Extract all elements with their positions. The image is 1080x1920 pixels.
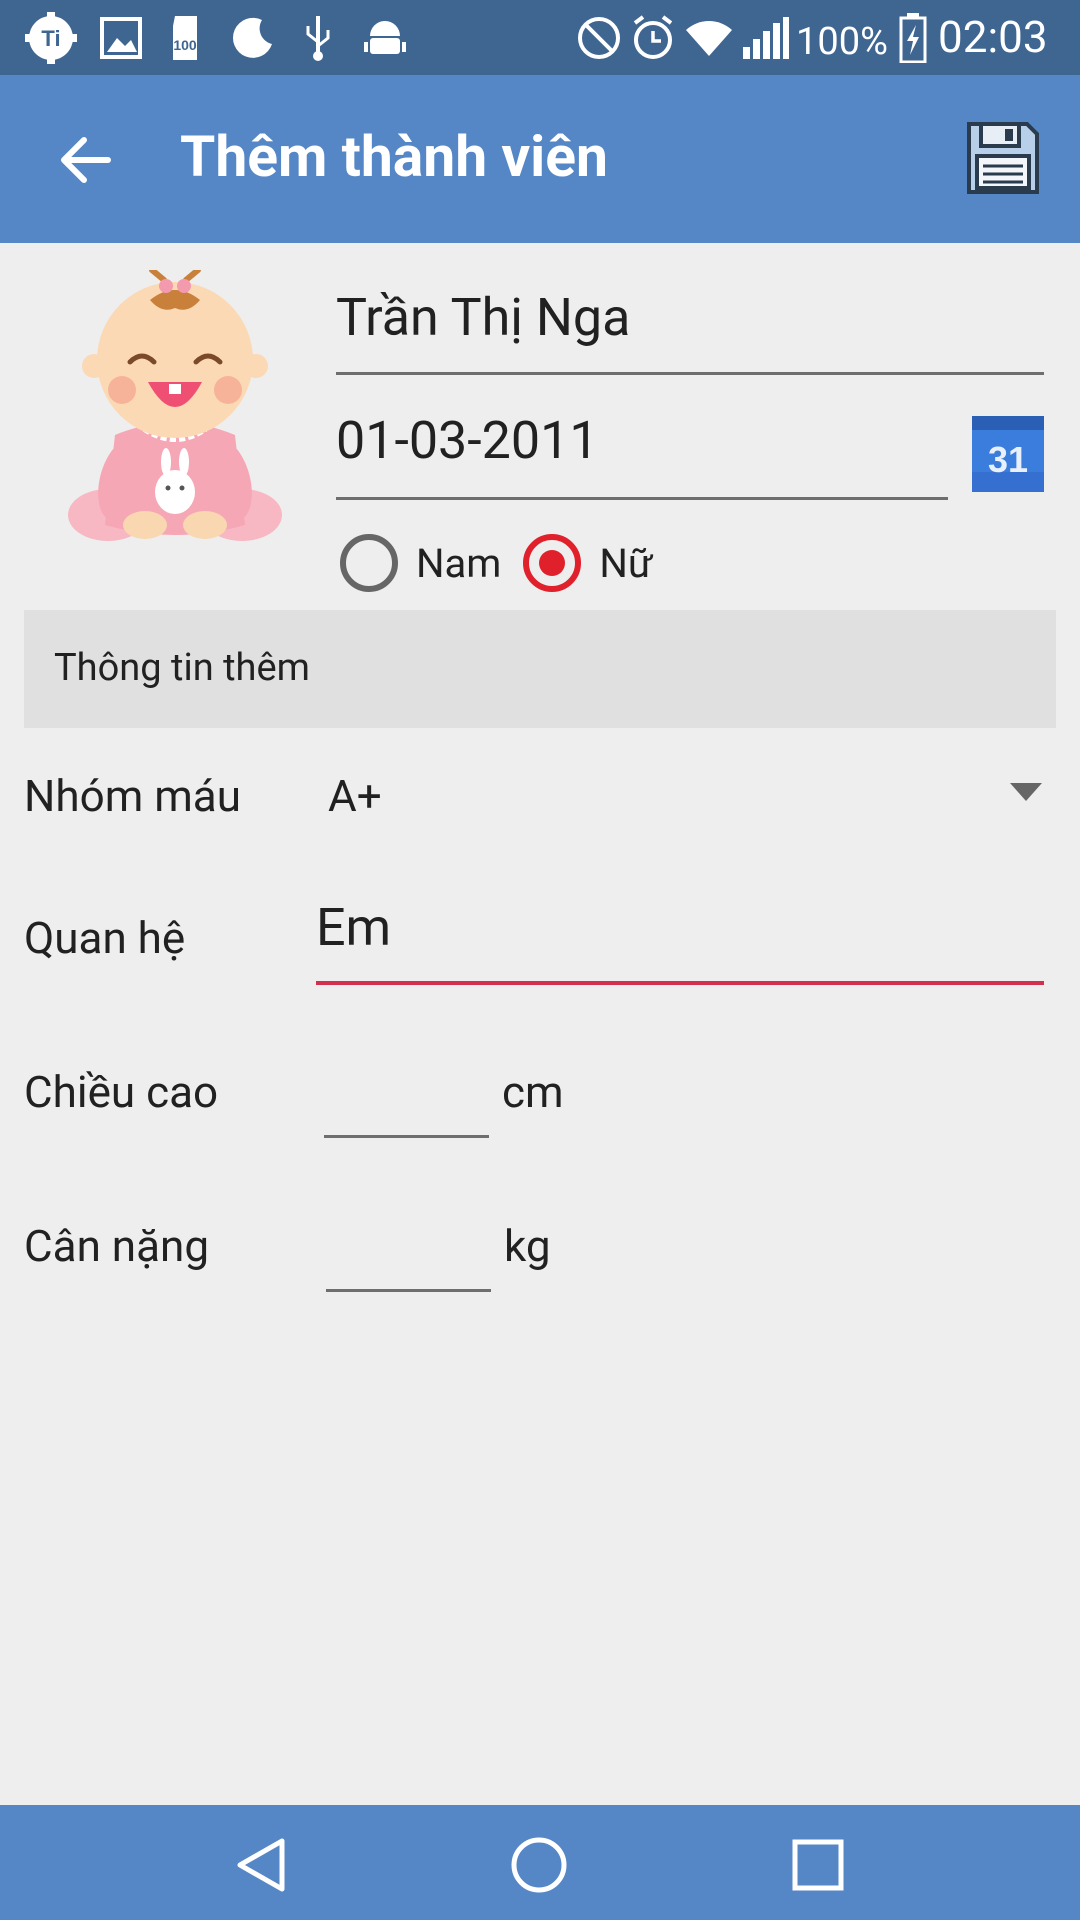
height-label: Chiều cao	[24, 1066, 219, 1118]
arrow-back-icon	[61, 137, 111, 183]
section-title: Thông tin thêm	[54, 646, 310, 690]
name-input[interactable]: Trần Thị Nga	[336, 283, 630, 353]
app-bar: Thêm thành viên	[0, 75, 1080, 243]
section-header-more-info: Thông tin thêm	[24, 610, 1056, 728]
gender-radio-male[interactable]: Nam	[340, 534, 501, 592]
weight-input[interactable]	[326, 1230, 491, 1290]
battery-percent: 100%	[796, 20, 888, 64]
gender-radio-male-label: Nam	[416, 539, 502, 587]
relation-input-underline	[316, 981, 1044, 985]
nav-back-button[interactable]	[222, 1825, 302, 1905]
calendar-button[interactable]: 31	[970, 410, 1046, 494]
name-input-underline	[336, 372, 1044, 375]
clock: 02:03	[938, 11, 1048, 63]
android-debug-icon	[362, 12, 408, 64]
blood-group-label: Nhóm máu	[24, 770, 241, 822]
weight-label: Cân nặng	[24, 1220, 210, 1272]
moon-icon	[226, 12, 278, 64]
alarm-icon	[630, 12, 676, 64]
floppy-disk-icon	[967, 122, 1039, 194]
gender-radio-female[interactable]: Nữ	[523, 534, 653, 592]
relation-label: Quan hệ	[24, 912, 186, 964]
battery-charging-icon	[898, 12, 928, 64]
ti-app-icon: Ti	[22, 12, 80, 64]
radio-checked-icon	[523, 534, 582, 592]
page-title: Thêm thành viên	[180, 123, 609, 190]
usb-icon	[300, 12, 336, 64]
mute-icon	[574, 12, 624, 64]
signal-icon	[740, 12, 790, 64]
birthdate-input-underline	[336, 497, 948, 500]
dropdown-arrow-icon[interactable]	[1010, 783, 1042, 801]
height-input-underline	[324, 1135, 489, 1138]
svg-text:100: 100	[173, 37, 197, 53]
svg-text:Ti: Ti	[41, 26, 60, 51]
height-input[interactable]	[324, 1076, 489, 1136]
weight-input-underline	[326, 1289, 491, 1292]
status-bar: Ti 100 100% 02:03	[0, 0, 1080, 75]
blood-group-select[interactable]: A+	[328, 766, 382, 826]
birthdate-input[interactable]: 01-03-2011	[336, 406, 599, 476]
circle-home-icon	[511, 1837, 567, 1893]
avatar-baby-girl[interactable]	[60, 267, 290, 570]
calendar-icon: 31	[972, 416, 1044, 492]
nav-home-button[interactable]	[499, 1825, 579, 1905]
weight-unit: kg	[504, 1220, 551, 1272]
save-button[interactable]	[965, 120, 1045, 200]
gender-radio-group: Nam Nữ	[340, 528, 675, 598]
wifi-icon	[684, 12, 734, 64]
calendar-day-number: 31	[988, 439, 1028, 480]
square-recents-icon	[792, 1839, 844, 1891]
height-unit: cm	[502, 1066, 564, 1118]
relation-input[interactable]: Em	[316, 893, 391, 963]
sd-card-icon: 100	[164, 12, 206, 64]
triangle-back-icon	[237, 1838, 285, 1892]
navigation-bar	[0, 1805, 1080, 1920]
gender-radio-female-label: Nữ	[599, 539, 653, 587]
back-button[interactable]	[40, 115, 130, 205]
nav-recents-button[interactable]	[778, 1825, 858, 1905]
image-icon	[96, 12, 146, 64]
radio-unchecked-icon	[340, 534, 398, 592]
